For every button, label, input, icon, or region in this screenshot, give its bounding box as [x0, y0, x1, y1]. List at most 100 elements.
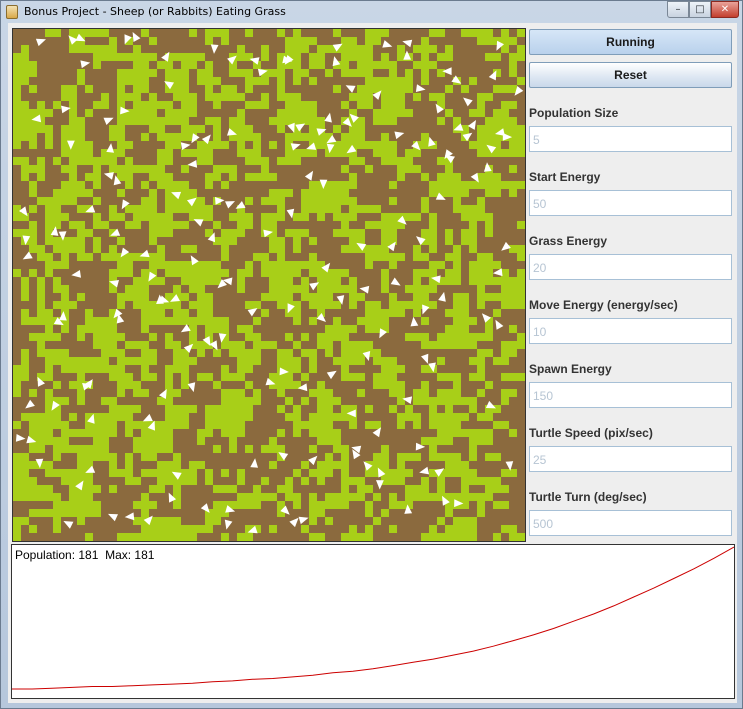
- grass-cell: [333, 325, 341, 333]
- grass-cell: [429, 533, 437, 541]
- grass-cell: [53, 301, 61, 309]
- grass-cell: [293, 405, 301, 413]
- grass-cell: [437, 397, 445, 405]
- grass-cell: [309, 413, 317, 421]
- grass-cell: [509, 101, 517, 109]
- grass-cell: [205, 413, 213, 421]
- grass-cell: [229, 445, 237, 453]
- grass-cell: [85, 149, 93, 157]
- grass-cell: [189, 53, 197, 61]
- spawn-energy-field[interactable]: 150: [529, 382, 732, 408]
- grass-cell: [157, 245, 165, 253]
- grass-cell: [261, 221, 269, 229]
- grass-cell: [477, 357, 485, 365]
- grass-cell: [61, 325, 69, 333]
- grass-cell: [245, 261, 253, 269]
- grass-cell: [277, 253, 285, 261]
- grass-cell: [437, 173, 445, 181]
- grass-cell: [117, 413, 125, 421]
- grass-cell: [357, 477, 365, 485]
- grass-cell: [61, 285, 69, 293]
- running-toggle-button[interactable]: Running: [529, 29, 732, 55]
- grass-cell: [509, 341, 517, 349]
- maximize-button[interactable]: □: [689, 1, 711, 18]
- grass-cell: [45, 261, 53, 269]
- grass-cell: [189, 405, 197, 413]
- grass-cell: [445, 325, 453, 333]
- grass-cell: [437, 421, 445, 429]
- start-energy-field[interactable]: 50: [529, 190, 732, 216]
- grass-cell: [309, 509, 317, 517]
- grass-cell: [453, 517, 461, 525]
- grass-cell: [173, 453, 181, 461]
- grass-cell: [125, 293, 133, 301]
- turtle-speed-field[interactable]: 25: [529, 446, 732, 472]
- grass-cell: [133, 517, 141, 525]
- turtle-turn-field[interactable]: 500: [529, 510, 732, 536]
- grass-cell: [429, 181, 437, 189]
- grass-cell: [93, 245, 101, 253]
- grass-cell: [365, 421, 373, 429]
- grass-cell: [485, 213, 493, 221]
- grass-cell: [317, 61, 325, 69]
- grass-cell: [485, 277, 493, 285]
- grass-cell: [461, 213, 469, 221]
- grass-energy-field[interactable]: 20: [529, 254, 732, 280]
- grass-cell: [453, 301, 461, 309]
- grass-cell: [301, 397, 309, 405]
- grass-cell: [429, 493, 437, 501]
- grass-cell: [301, 229, 309, 237]
- population-readout: Population: 181 Max: 181: [15, 548, 155, 562]
- grass-cell: [61, 445, 69, 453]
- grass-cell: [77, 469, 85, 477]
- reset-button[interactable]: Reset: [529, 62, 732, 88]
- grass-cell: [325, 293, 333, 301]
- grass-cell: [405, 285, 413, 293]
- grass-cell: [13, 117, 21, 125]
- grass-cell: [317, 333, 325, 341]
- grass-cell: [309, 429, 317, 437]
- grass-cell: [173, 117, 181, 125]
- grass-cell: [69, 245, 77, 253]
- grass-cell: [285, 349, 293, 357]
- grass-cell: [221, 325, 229, 333]
- close-button[interactable]: ✕: [711, 1, 739, 18]
- grass-cell: [21, 173, 29, 181]
- simulation-view[interactable]: [12, 28, 526, 542]
- grass-cell: [85, 501, 93, 509]
- move-energy-field[interactable]: 10: [529, 318, 732, 344]
- grass-cell: [157, 437, 165, 445]
- grass-cell: [69, 173, 77, 181]
- grass-cell: [117, 77, 125, 85]
- grass-cell: [293, 357, 301, 365]
- grass-cell: [189, 461, 197, 469]
- grass-cell: [165, 197, 173, 205]
- grass-cell: [333, 229, 341, 237]
- grass-cell: [373, 317, 381, 325]
- grass-cell: [197, 53, 205, 61]
- grass-cell: [325, 413, 333, 421]
- grass-cell: [157, 421, 165, 429]
- grass-cell: [37, 493, 45, 501]
- grass-cell: [77, 429, 85, 437]
- population-size-field[interactable]: 5: [529, 126, 732, 152]
- grass-cell: [357, 157, 365, 165]
- grass-cell: [397, 381, 405, 389]
- minimize-button[interactable]: –: [667, 1, 689, 18]
- grass-cell: [269, 173, 277, 181]
- grass-cell: [61, 181, 69, 189]
- grass-cell: [445, 189, 453, 197]
- grass-cell: [69, 501, 77, 509]
- grass-cell: [381, 365, 389, 373]
- grass-cell: [309, 133, 317, 141]
- grass-cell: [349, 93, 357, 101]
- grass-cell: [125, 253, 133, 261]
- grass-cell: [485, 253, 493, 261]
- grass-cell: [381, 85, 389, 93]
- grass-cell: [85, 429, 93, 437]
- title-bar[interactable]: Bonus Project - Sheep (or Rabbits) Eatin…: [1, 1, 742, 23]
- grass-cell: [357, 45, 365, 53]
- grass-cell: [61, 349, 69, 357]
- grass-cell: [365, 405, 373, 413]
- grass-cell: [373, 309, 381, 317]
